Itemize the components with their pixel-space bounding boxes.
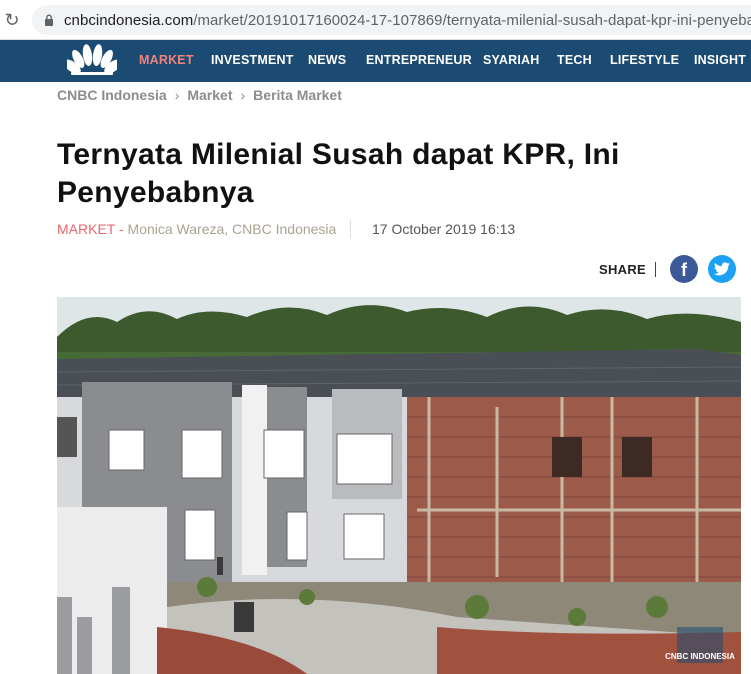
- breadcrumb-berita-market[interactable]: Berita Market: [253, 87, 342, 103]
- twitter-share-button[interactable]: [708, 255, 736, 283]
- breadcrumb-market[interactable]: Market: [187, 87, 232, 103]
- nav-insight-label: INSIGHT: [694, 53, 747, 67]
- nav-investment[interactable]: INVESTMENT: [211, 53, 294, 67]
- nav-insight[interactable]: INSIGHT ∨: [694, 53, 751, 67]
- share-divider: [655, 262, 656, 277]
- chevron-right-icon: ›: [174, 87, 180, 103]
- nav-lifestyle[interactable]: LIFESTYLE: [610, 53, 679, 67]
- url-text: cnbcindonesia.com/market/20191017160024-…: [64, 12, 751, 29]
- url-path: /market/20191017160024-17-107869/ternyat…: [193, 12, 751, 29]
- nav-news[interactable]: NEWS: [308, 53, 346, 67]
- article-date: 17 October 2019 16:13: [372, 221, 516, 237]
- meta-divider: [350, 220, 351, 238]
- twitter-icon: [714, 262, 730, 276]
- browser-toolbar: ↻ cnbcindonesia.com/market/2019101716002…: [0, 0, 751, 40]
- site-nav: MARKET INVESTMENT NEWS ENTREPRENEUR SYAR…: [0, 40, 751, 82]
- nav-market[interactable]: MARKET: [139, 53, 194, 67]
- article-meta: MARKET - Monica Wareza, CNBC Indonesia 1…: [57, 220, 515, 238]
- watermark-text: CNBC INDONESIA: [665, 652, 735, 661]
- breadcrumb: CNBC Indonesia › Market › Berita Market: [57, 87, 342, 103]
- article-photo: CNBC INDONESIA: [57, 297, 741, 674]
- address-bar[interactable]: cnbcindonesia.com/market/20191017160024-…: [32, 5, 751, 35]
- facebook-share-button[interactable]: f: [670, 255, 698, 283]
- facebook-icon: f: [681, 260, 687, 280]
- reload-icon[interactable]: ↻: [2, 10, 22, 30]
- nav-tech[interactable]: TECH: [557, 53, 592, 67]
- housing-construction-image: CNBC INDONESIA: [57, 297, 741, 674]
- url-domain: cnbcindonesia.com: [64, 12, 194, 29]
- article-category[interactable]: MARKET -: [57, 221, 128, 237]
- breadcrumb-home[interactable]: CNBC Indonesia: [57, 87, 167, 103]
- chevron-right-icon: ›: [240, 87, 246, 103]
- nav-entrepreneur[interactable]: ENTREPRENEUR: [366, 53, 472, 67]
- cnbc-peacock-logo[interactable]: [67, 44, 117, 76]
- article-author: Monica Wareza, CNBC Indonesia: [127, 221, 337, 237]
- nav-syariah[interactable]: SYARIAH: [483, 53, 540, 67]
- share-label: SHARE: [599, 262, 647, 277]
- lock-icon: [45, 14, 53, 26]
- article-title: Ternyata Milenial Susah dapat KPR, Ini P…: [57, 138, 620, 209]
